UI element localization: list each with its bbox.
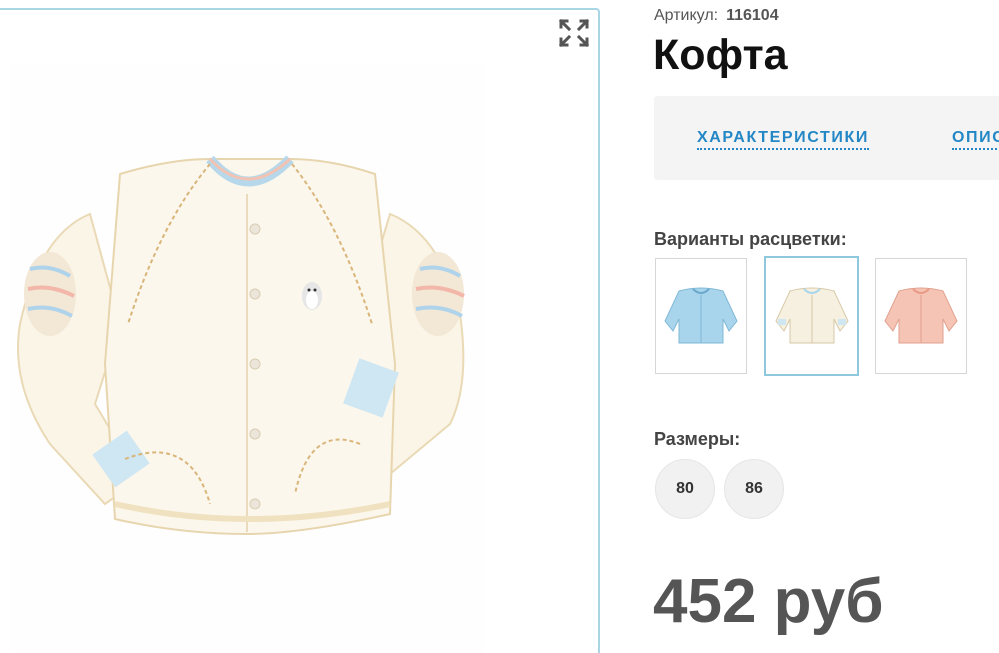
price: 452 руб: [653, 567, 884, 636]
cardigan-blue-thumbnail: [664, 287, 738, 344]
sku-label: Артикул:: [654, 7, 719, 24]
tab-description[interactable]: ОПИСАНИЕ: [952, 129, 999, 150]
color-variant-cream[interactable]: [764, 256, 859, 376]
product-gallery: [0, 8, 600, 653]
size-option-80[interactable]: 80: [655, 459, 715, 519]
product-title: Кофта: [653, 31, 788, 79]
expand-icon[interactable]: [558, 18, 590, 48]
colors-label: Варианты расцветки:: [654, 229, 847, 249]
tab-characteristics[interactable]: ХАРАКТЕРИСТИКИ: [697, 129, 869, 150]
size-option-86[interactable]: 86: [724, 459, 784, 519]
sizes-label: Размеры:: [654, 429, 741, 449]
info-tabs: ХАРАКТЕРИСТИКИ ОПИСАНИЕ: [654, 96, 999, 180]
cardigan-cream-thumbnail: [774, 287, 849, 344]
cardigan-photo[interactable]: [10, 64, 484, 653]
product-page: Артикул: 116104 Кофта ХАРАКТЕРИСТИКИ ОПИС…: [0, 0, 999, 653]
sku-value: 116104: [726, 7, 779, 24]
color-variant-peach[interactable]: [875, 258, 967, 374]
color-variant-blue[interactable]: [655, 258, 747, 374]
sku: Артикул: 116104: [654, 7, 779, 25]
cardigan-peach-thumbnail: [884, 287, 958, 344]
